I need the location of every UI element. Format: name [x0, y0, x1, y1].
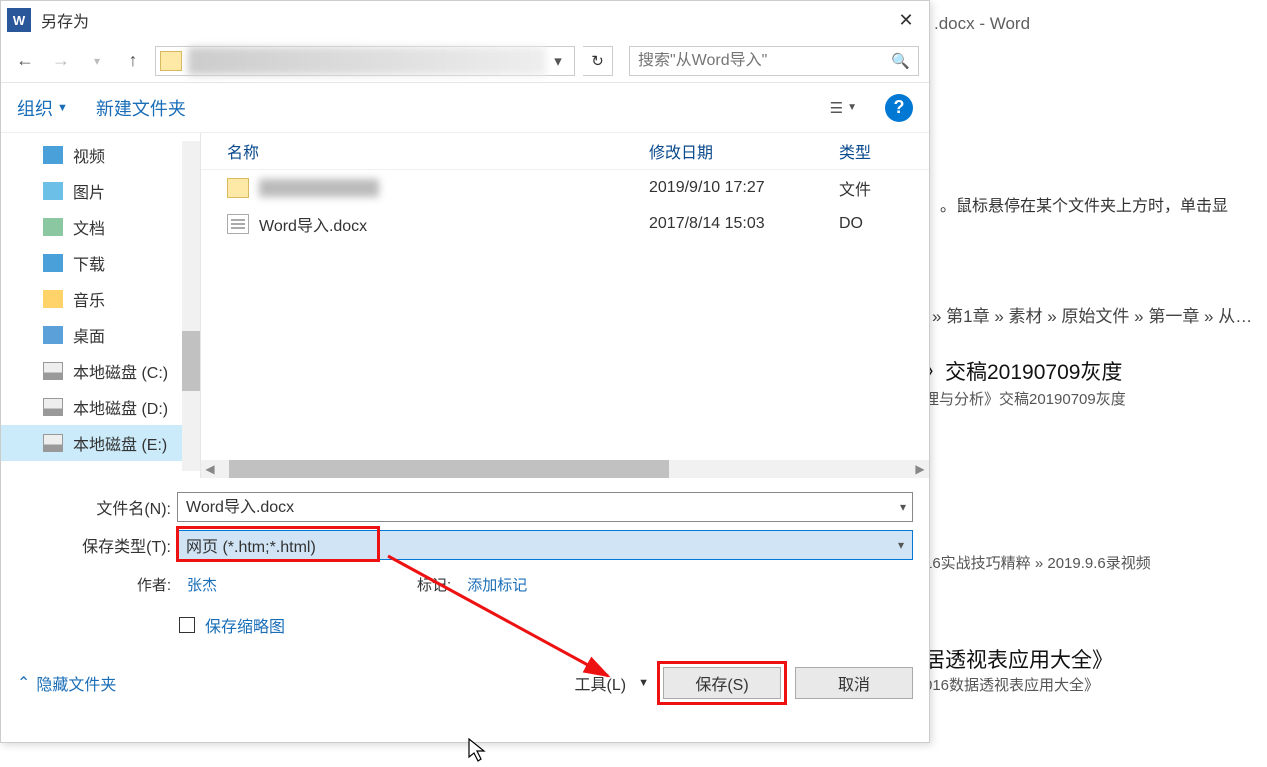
chevron-down-icon: ▼	[638, 677, 649, 689]
save-form: 文件名(N): Word导入.docx ▾ 保存类型(T): 网页 (*.htm…	[1, 478, 929, 637]
organize-menu[interactable]: 组织 ▼	[17, 95, 68, 121]
bg-subtext-2: 016数据透视表应用大全》	[924, 674, 1099, 695]
file-list-area: 名称 修改日期 类型 2019/9/10 17:27 文件 Word导入.doc…	[201, 133, 929, 478]
scroll-left-icon[interactable]: ◀	[201, 462, 219, 476]
dialog-title: 另存为	[41, 8, 89, 32]
bg-breadcrumb-1: » 第1章 » 素材 » 原始文件 » 第一章 » 从…	[932, 302, 1252, 327]
forward-button[interactable]: →	[47, 47, 75, 75]
chevron-down-icon: ▼	[57, 102, 68, 114]
sidebar-item-documents[interactable]: 文档	[1, 209, 200, 245]
sidebar-item-drive-d[interactable]: 本地磁盘 (D:)	[1, 389, 200, 425]
bg-breadcrumb-2: 16实战技巧精粹 » 2019.9.6录视频	[924, 552, 1151, 573]
save-thumbnail-checkbox[interactable]	[179, 617, 195, 633]
search-icon: 🔍	[891, 52, 910, 70]
bg-heading-1: 〉交稿20190709灰度	[924, 356, 1122, 386]
sidebar-item-drive-e[interactable]: 本地磁盘 (E:)	[1, 425, 200, 461]
chevron-down-icon[interactable]: ▾	[898, 538, 904, 552]
address-path-blurred	[188, 47, 546, 75]
author-value[interactable]: 张杰	[187, 574, 217, 595]
author-label: 作者:	[1, 574, 177, 595]
bg-subtext-1: 理与分析》交稿20190709灰度	[924, 388, 1126, 409]
search-input[interactable]	[638, 52, 891, 70]
header-modified[interactable]: 修改日期	[649, 139, 839, 163]
sidebar-item-videos[interactable]: 视频	[1, 137, 200, 173]
save-thumbnail-label: 保存缩略图	[205, 613, 285, 637]
hide-folders-toggle[interactable]: ⌃ 隐藏文件夹	[17, 671, 116, 695]
docx-icon	[227, 214, 249, 234]
word-window-title: .docx - Word	[934, 14, 1030, 34]
chevron-up-icon: ⌃	[17, 673, 30, 693]
scroll-right-icon[interactable]: ▶	[911, 462, 929, 476]
savetype-label: 保存类型(T):	[1, 533, 177, 557]
view-icon: ☰	[830, 99, 843, 117]
bg-hint-text: 。鼠标悬停在某个文件夹上方时，单击显	[940, 192, 1228, 216]
chevron-down-icon[interactable]: ▾	[900, 500, 906, 514]
search-box[interactable]: 🔍	[629, 46, 919, 76]
drive-icon	[43, 362, 63, 380]
titlebar: W 另存为 ✕	[1, 1, 929, 39]
recent-dropdown[interactable]: ▾	[83, 47, 111, 75]
folder-icon	[160, 51, 182, 71]
file-date: 2017/8/14 15:03	[649, 215, 839, 233]
scrollbar-thumb[interactable]	[182, 331, 200, 391]
column-headers: 名称 修改日期 类型	[201, 133, 929, 170]
help-button[interactable]: ?	[885, 94, 913, 122]
filename-label: 文件名(N):	[1, 495, 177, 519]
sidebar-item-pictures[interactable]: 图片	[1, 173, 200, 209]
dialog-footer: ⌃ 隐藏文件夹 工具(L) ▼ 保存(S) 取消	[1, 667, 929, 715]
drive-icon	[43, 398, 63, 416]
header-type[interactable]: 类型	[839, 139, 921, 163]
video-icon	[43, 146, 63, 164]
word-app-icon: W	[7, 8, 31, 32]
new-folder-button[interactable]: 新建文件夹	[96, 95, 186, 121]
tag-value[interactable]: 添加标记	[467, 574, 527, 595]
background-word-window: .docx - Word 。鼠标悬停在某个文件夹上方时，单击显 » 第1章 » …	[930, 0, 1267, 767]
file-row[interactable]: Word导入.docx 2017/8/14 15:03 DO	[201, 206, 929, 242]
sidebar-scrollbar[interactable]	[182, 141, 200, 471]
scrollbar-thumb[interactable]	[229, 460, 669, 478]
up-button[interactable]: ↑	[119, 47, 147, 75]
file-type: DO	[839, 215, 921, 233]
file-name-blurred	[259, 179, 379, 197]
horizontal-scrollbar[interactable]: ◀ ▶	[201, 460, 929, 478]
drive-icon	[43, 434, 63, 452]
sidebar-item-music[interactable]: 音乐	[1, 281, 200, 317]
close-button[interactable]: ✕	[883, 1, 929, 39]
savetype-combobox[interactable]: 网页 (*.htm;*.html) ▾	[177, 530, 913, 560]
save-as-dialog: W 另存为 ✕ ← → ▾ ↑ ▾ ↻ 🔍 组织 ▼ 新建文件夹 ☰ ▼ ?	[0, 0, 930, 743]
bg-heading-2: 居透视表应用大全》	[924, 644, 1113, 674]
file-name: Word导入.docx	[259, 212, 367, 236]
music-icon	[43, 290, 63, 308]
folder-icon	[227, 178, 249, 198]
back-button[interactable]: ←	[11, 47, 39, 75]
file-type: 文件	[839, 176, 921, 200]
chevron-down-icon: ▼	[847, 102, 857, 113]
save-button[interactable]: 保存(S)	[663, 667, 781, 699]
file-row[interactable]: 2019/9/10 17:27 文件	[201, 170, 929, 206]
command-toolbar: 组织 ▼ 新建文件夹 ☰ ▼ ?	[1, 83, 929, 133]
document-icon	[43, 218, 63, 236]
filename-input[interactable]: Word导入.docx ▾	[177, 492, 913, 522]
header-name[interactable]: 名称	[209, 139, 649, 163]
view-options-button[interactable]: ☰ ▼	[830, 99, 857, 117]
tools-menu[interactable]: 工具(L) ▼	[575, 671, 649, 695]
address-bar[interactable]: ▾	[155, 46, 575, 76]
picture-icon	[43, 182, 63, 200]
tag-label: 标记:	[417, 574, 457, 595]
desktop-icon	[43, 326, 63, 344]
refresh-button[interactable]: ↻	[583, 46, 613, 76]
file-date: 2019/9/10 17:27	[649, 179, 839, 197]
sidebar-item-downloads[interactable]: 下载	[1, 245, 200, 281]
cancel-button[interactable]: 取消	[795, 667, 913, 699]
nav-toolbar: ← → ▾ ↑ ▾ ↻ 🔍	[1, 39, 929, 83]
sidebar-item-drive-c[interactable]: 本地磁盘 (C:)	[1, 353, 200, 389]
address-dropdown-icon[interactable]: ▾	[546, 52, 570, 70]
folder-tree-sidebar[interactable]: 视频 图片 文档 下载 音乐 桌面 本地磁盘 (C:) 本地磁盘 (D:) 本地…	[1, 133, 201, 478]
download-icon	[43, 254, 63, 272]
sidebar-item-desktop[interactable]: 桌面	[1, 317, 200, 353]
